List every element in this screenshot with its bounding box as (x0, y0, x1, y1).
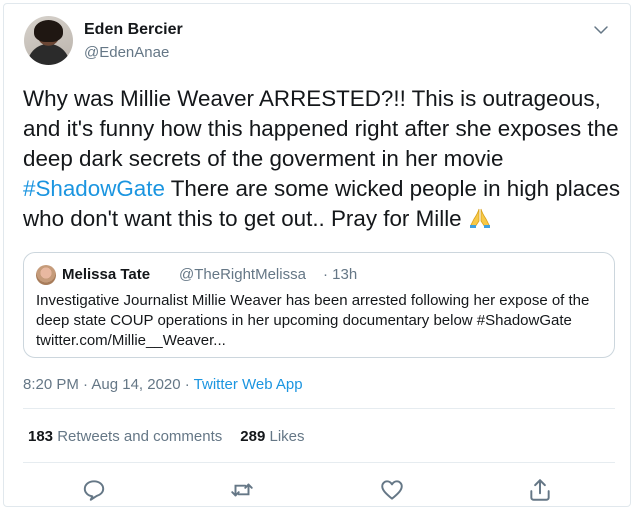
author-name[interactable]: Eden Bercier (84, 21, 183, 39)
source-app-link[interactable]: Twitter Web App (194, 376, 303, 393)
retweet-icon[interactable] (229, 477, 255, 503)
chevron-down-icon[interactable] (592, 21, 610, 39)
divider (23, 462, 615, 463)
action-bar (4, 477, 632, 503)
retweets-count: 183 (28, 428, 54, 445)
reply-icon[interactable] (81, 477, 107, 503)
quoted-text: Investigative Journalist Millie Weaver h… (36, 292, 590, 349)
quoted-tweet[interactable]: Melissa Tate @TheRightMelissa · 13h Inve… (23, 252, 615, 358)
divider (23, 408, 615, 409)
tweet-card: Eden Bercier @EdenAnae Why was Millie We… (3, 3, 631, 507)
tweet-timestamp[interactable]: 8:20 PM · Aug 14, 2020 · (23, 376, 194, 393)
heart-icon[interactable] (379, 477, 405, 503)
hashtag-link[interactable]: #ShadowGate (23, 176, 165, 201)
tweet-meta: 8:20 PM · Aug 14, 2020 · Twitter Web App (23, 376, 303, 393)
quoted-timestamp: · 13h (323, 266, 358, 283)
author-handle[interactable]: @EdenAnae (84, 44, 169, 61)
likes-stat[interactable]: 289 Likes (240, 428, 304, 445)
engagement-stats: 183 Retweets and comments 289 Likes (28, 428, 305, 445)
likes-count: 289 (240, 428, 266, 445)
quoted-author-handle: @TheRightMelissa (179, 266, 306, 283)
quoted-avatar (36, 265, 56, 285)
retweets-label: Retweets and comments (53, 428, 223, 445)
quoted-author-name: Melissa Tate (62, 266, 151, 283)
likes-label: Likes (265, 428, 305, 445)
share-icon[interactable] (527, 477, 553, 503)
tweet-text: Why was Millie Weaver ARRESTED?!! This i… (23, 84, 623, 234)
retweets-stat[interactable]: 183 Retweets and comments (28, 428, 222, 445)
tweet-text-start: Why was Millie Weaver ARRESTED?!! This i… (23, 86, 619, 171)
folded-hands-emoji (469, 208, 490, 228)
author-avatar[interactable] (24, 16, 73, 65)
